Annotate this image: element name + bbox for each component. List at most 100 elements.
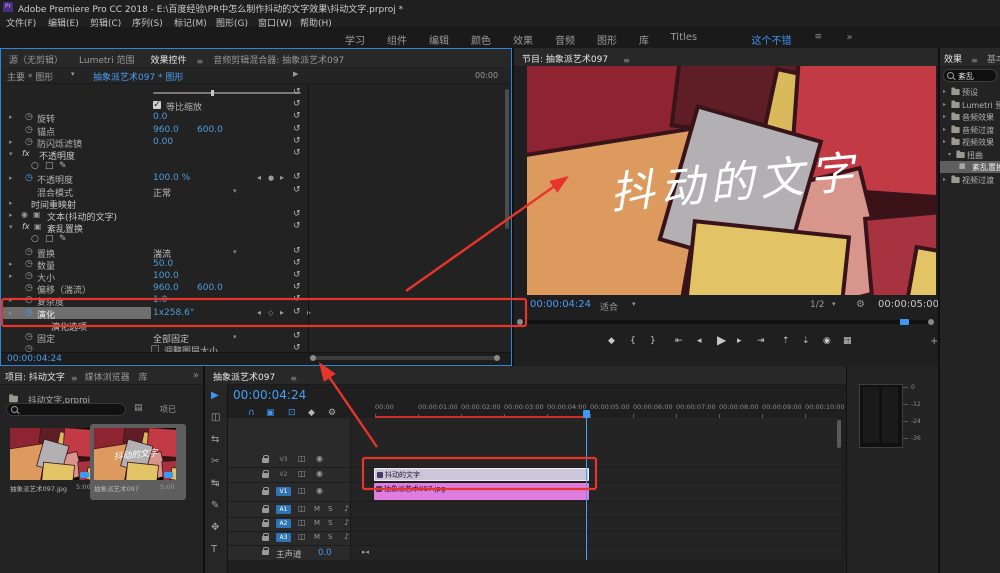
chevron-icon[interactable]: ▸ — [9, 260, 13, 268]
extract-button[interactable]: ⇣ — [802, 336, 810, 346]
chevron-icon[interactable]: ▸ — [943, 101, 946, 108]
item-name[interactable]: 抽象派艺术097.jpg — [10, 483, 72, 493]
reset-parameter-icon[interactable]: ↺ — [293, 282, 301, 292]
project-item[interactable]: 抖动的文字抽象派艺术0975:00 — [94, 428, 182, 498]
program-monitor-tab[interactable]: 节目: 抽象派艺术097 — [514, 48, 616, 67]
mic-icon[interactable]: ♪ — [344, 518, 349, 527]
tab-overflow-icon[interactable]: » — [193, 370, 199, 381]
toggle-track-output-eye-icon[interactable]: ◉ — [316, 469, 323, 478]
settings-wrench-icon[interactable]: ⚙ — [856, 299, 865, 310]
panel-menu-icon[interactable]: ≡ — [69, 370, 80, 385]
type-tool[interactable]: T — [211, 544, 217, 555]
reset-parameter-icon[interactable]: ↺ — [293, 331, 301, 341]
export-frame-button[interactable]: ◉ — [823, 336, 831, 346]
next-keyframe-icon[interactable]: ▸ — [280, 308, 284, 317]
reset-parameter-icon[interactable]: ↺ — [293, 221, 301, 231]
chevron-icon[interactable]: ▸ — [9, 272, 13, 280]
mark-out-button[interactable]: } — [650, 336, 656, 346]
chevron-icon[interactable]: ▸ — [9, 211, 13, 219]
essential-graphics-tab[interactable]: 基本图形 — [985, 48, 1000, 67]
fit-mode-dropdown[interactable]: 适合 — [600, 300, 618, 313]
panel-menu-icon[interactable]: ≡ — [969, 52, 980, 67]
workspace-tab-6[interactable]: 图形 — [597, 32, 617, 47]
property-value[interactable]: 0.00 — [153, 137, 173, 147]
timeline-vertical-scrollbar[interactable] — [837, 420, 841, 448]
lock-icon[interactable] — [262, 536, 269, 541]
property-value-2[interactable]: 600.0 — [197, 125, 223, 135]
workspace-tab-5[interactable]: 音频 — [555, 32, 575, 47]
reset-parameter-icon[interactable]: ↺ — [293, 294, 301, 304]
reset-parameter-icon[interactable]: ↺ — [293, 185, 301, 195]
ellipse-mask-icon[interactable]: ○ — [31, 234, 39, 244]
stopwatch-icon[interactable]: ◷ — [25, 173, 33, 183]
linked-selection-toggle[interactable]: ▣ — [266, 408, 275, 418]
track-target-A2[interactable]: A2 — [276, 519, 291, 528]
chevron-icon[interactable]: ▸ — [943, 138, 946, 145]
track-target-V3[interactable]: V3 — [276, 455, 291, 464]
lock-icon[interactable] — [262, 473, 269, 478]
clip-抽象派艺术097.jpg[interactable]: 抽象派艺术097.jpg — [374, 483, 589, 500]
chevron-icon[interactable]: ▸ — [943, 176, 946, 183]
stopwatch-icon[interactable]: ◷ — [25, 295, 33, 305]
solo-button[interactable]: S — [328, 533, 332, 541]
clip-抖动的文字[interactable]: 抖动的文字 — [374, 468, 589, 481]
property-value[interactable]: 1x258.6° — [153, 308, 194, 318]
reset-parameter-icon[interactable]: ↺ — [293, 124, 301, 134]
pen-mask-icon[interactable]: ✎ — [59, 161, 67, 171]
chevron-icon[interactable]: ▸ — [943, 126, 946, 133]
item-name[interactable]: 抽象派艺术097 — [94, 483, 156, 493]
property-value[interactable]: 1.0 — [153, 295, 167, 305]
chevron-icon[interactable]: ▸ — [9, 296, 13, 304]
sync-lock-icon[interactable]: ◫ — [298, 504, 306, 513]
stopwatch-icon[interactable]: ◷ — [25, 283, 33, 293]
track-target-V2[interactable]: V2 — [276, 470, 291, 479]
prev-keyframe-icon[interactable]: ◂ — [257, 308, 261, 317]
reset-parameter-icon[interactable]: ↺ — [293, 148, 301, 158]
chevron-icon[interactable]: ▾ — [9, 150, 13, 158]
hand-tool[interactable]: ✥ — [211, 522, 219, 533]
add-keyframe-icon[interactable]: ◇ — [268, 309, 273, 317]
effects-tree-item-扭曲[interactable]: ▾扭曲 — [940, 149, 1000, 161]
chevron-icon[interactable]: ▸ — [943, 88, 946, 95]
chevron-icon[interactable]: ▾ — [948, 151, 951, 158]
stopwatch-icon[interactable]: ◷ — [25, 308, 33, 318]
rect-mask-icon[interactable]: □ — [45, 161, 54, 171]
scrub-knob-left[interactable] — [517, 319, 523, 325]
sync-lock-icon[interactable]: ◫ — [298, 469, 306, 478]
workspace-tab-3[interactable]: 颜色 — [471, 32, 491, 47]
nest-toggle[interactable]: ⊡ — [288, 408, 296, 418]
panel-menu-icon[interactable]: ≡ — [288, 370, 299, 385]
property-slider[interactable] — [153, 92, 301, 94]
slip-tool[interactable]: ↹ — [211, 478, 219, 489]
project-tab-2[interactable]: 库 — [134, 366, 152, 385]
effects-tree-item-预设[interactable]: ▸预设 — [940, 86, 1000, 98]
ec-timecode[interactable]: 00:00:04:24 — [7, 354, 62, 364]
workspace-tab-2[interactable]: 编辑 — [429, 32, 449, 47]
step-forward-button[interactable]: ▸ — [737, 336, 742, 346]
step-back-button[interactable]: ◂ — [697, 336, 702, 346]
chevron-icon[interactable]: ▸ — [9, 138, 13, 146]
property-value[interactable]: 100.0 — [153, 271, 179, 281]
property-value-2[interactable]: 600.0 — [197, 283, 223, 293]
lift-button[interactable]: ⇡ — [782, 336, 790, 346]
track-target-A1[interactable]: A1 — [276, 505, 291, 514]
project-tab-1[interactable]: 媒体浏览器 — [80, 366, 134, 385]
reset-parameter-icon[interactable]: ↺ — [293, 270, 301, 280]
sync-lock-icon[interactable]: ◫ — [298, 486, 306, 495]
eye-icon[interactable]: ◉ — [21, 210, 28, 219]
play-button[interactable]: ▶ — [717, 333, 726, 347]
mark-in-button[interactable]: { — [630, 336, 636, 346]
workspace-tab-0[interactable]: 学习 — [345, 32, 365, 47]
button-editor-plus[interactable]: + — [930, 336, 938, 347]
prev-keyframe-icon[interactable]: ◂ — [257, 173, 261, 182]
effects-tab[interactable]: 效果 — [940, 48, 964, 67]
chevron-icon[interactable]: ▸ — [943, 113, 946, 120]
ripple-edit-tool[interactable]: ⇆ — [211, 434, 219, 445]
workspace-tab-7[interactable]: 库 — [639, 32, 649, 47]
sync-lock-icon[interactable]: ◫ — [298, 532, 306, 541]
mute-button[interactable]: M — [314, 533, 320, 541]
stopwatch-icon[interactable]: ◷ — [25, 259, 33, 269]
reset-parameter-icon[interactable]: ↺ — [293, 258, 301, 268]
workspace-overflow-icon[interactable]: » — [847, 32, 853, 43]
stopwatch-icon[interactable]: ◷ — [25, 247, 33, 257]
